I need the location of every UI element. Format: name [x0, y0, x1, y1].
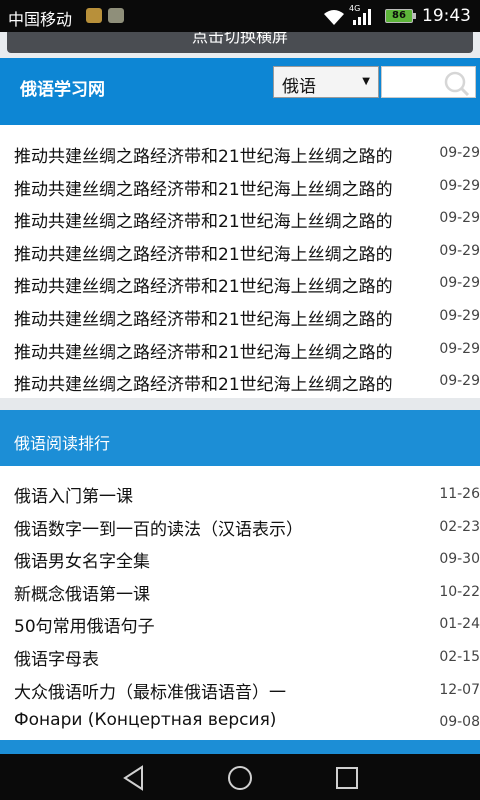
news-title[interactable]: 推动共建丝绸之路经济带和21世纪海上丝绸之路的: [14, 240, 434, 265]
news-title[interactable]: 推动共建丝绸之路经济带和21世纪海上丝绸之路的: [14, 175, 434, 200]
ranking-item[interactable]: 大众俄语听力（最标准俄语语音）一 12-07: [0, 674, 480, 707]
ranking-date: 09-08: [439, 714, 480, 731]
back-icon[interactable]: [120, 764, 148, 792]
ranking-date: 09-30: [439, 551, 480, 568]
wifi-icon: [324, 10, 344, 25]
news-title[interactable]: 推动共建丝绸之路经济带和21世纪海上丝绸之路的: [14, 305, 434, 330]
news-date: 09-29: [439, 145, 480, 161]
ranking-list: 俄语入门第一课 11-26 俄语数字一到一百的读法（汉语表示） 02-23 俄语…: [0, 478, 480, 739]
dropdown-arrow-icon: ▼: [362, 76, 370, 87]
signal-icon: [353, 9, 371, 25]
news-item[interactable]: 推动共建丝绸之路经济带和21世纪海上丝绸之路的 09-29: [0, 267, 480, 300]
language-select[interactable]: 俄语 ▼: [273, 66, 379, 98]
section-divider: [0, 398, 480, 410]
site-header: 俄语学习网 俄语 ▼: [0, 58, 480, 125]
ranking-title[interactable]: 俄语男女名字全集: [14, 547, 434, 572]
news-title[interactable]: 推动共建丝绸之路经济带和21世纪海上丝绸之路的: [14, 142, 434, 167]
notification-image-icon: [108, 8, 124, 23]
news-title[interactable]: 推动共建丝绸之路经济带和21世纪海上丝绸之路的: [14, 207, 434, 232]
news-title[interactable]: 推动共建丝绸之路经济带和21世纪海上丝绸之路的: [14, 370, 434, 395]
news-date: 09-29: [439, 177, 480, 194]
ranking-item[interactable]: Фонари (Концертная версия) 09-08: [0, 706, 480, 739]
news-item[interactable]: 推动共建丝绸之路经济带和21世纪海上丝绸之路的 09-29: [0, 137, 480, 170]
ranking-title[interactable]: 大众俄语听力（最标准俄语语音）一: [14, 678, 434, 703]
ranking-date: 12-07: [439, 681, 480, 698]
ranking-item[interactable]: 俄语数字一到一百的读法（汉语表示） 02-23: [0, 511, 480, 544]
news-item[interactable]: 推动共建丝绸之路经济带和21世纪海上丝绸之路的 09-29: [0, 235, 480, 268]
news-date: 09-29: [439, 275, 480, 292]
language-select-value: 俄语: [282, 77, 316, 97]
ranking-date: 11-26: [439, 486, 480, 502]
news-date: 09-29: [439, 307, 480, 324]
ranking-date: 02-15: [439, 648, 480, 665]
search-box: [381, 66, 476, 98]
battery-icon: 86: [385, 9, 416, 23]
landscape-toggle-button[interactable]: 点击切换横屏: [7, 32, 473, 53]
ranking-title[interactable]: 50句常用俄语句子: [14, 612, 434, 637]
news-date: 09-29: [439, 242, 480, 259]
news-date: 09-29: [439, 340, 480, 357]
news-item[interactable]: 推动共建丝绸之路经济带和21世纪海上丝绸之路的 09-29: [0, 365, 480, 398]
news-date: 09-29: [439, 373, 480, 390]
search-input[interactable]: [386, 71, 441, 93]
news-list: 推动共建丝绸之路经济带和21世纪海上丝绸之路的 09-29 推动共建丝绸之路经济…: [0, 137, 480, 398]
site-title[interactable]: 俄语学习网: [20, 75, 105, 100]
landscape-toggle-label: 点击切换横屏: [191, 32, 288, 46]
carrier-name: 中国移动: [8, 10, 73, 29]
status-bar: 中国移动 4G 86 19:43: [0, 0, 480, 32]
ranking-title[interactable]: 俄语入门第一课: [14, 482, 434, 507]
news-item[interactable]: 推动共建丝绸之路经济带和21世纪海上丝绸之路的 09-29: [0, 333, 480, 366]
ranking-item[interactable]: 俄语男女名字全集 09-30: [0, 543, 480, 576]
navigation-bar: [0, 754, 480, 800]
ranking-title[interactable]: Фонари (Концертная версия): [14, 710, 434, 730]
news-title[interactable]: 推动共建丝绸之路经济带和21世纪海上丝绸之路的: [14, 272, 434, 297]
search-icon[interactable]: [442, 70, 472, 96]
ranking-date: 02-23: [439, 518, 480, 535]
ranking-item[interactable]: 俄语入门第一课 11-26: [0, 478, 480, 511]
next-section-header: [0, 740, 480, 754]
news-title[interactable]: 推动共建丝绸之路经济带和21世纪海上丝绸之路的: [14, 338, 434, 363]
ranking-title[interactable]: 新概念俄语第一课: [14, 580, 434, 605]
clock: 19:43: [422, 6, 471, 26]
ranking-item[interactable]: 50句常用俄语句子 01-24: [0, 608, 480, 641]
ranking-item[interactable]: 俄语字母表 02-15: [0, 641, 480, 674]
news-item[interactable]: 推动共建丝绸之路经济带和21世纪海上丝绸之路的 09-29: [0, 202, 480, 235]
notification-app-icon: [86, 8, 102, 23]
ranking-date: 10-22: [439, 583, 480, 600]
home-icon[interactable]: [226, 764, 254, 792]
toggle-bar: 点击切换横屏: [0, 32, 480, 58]
ranking-section-header: 俄语阅读排行: [0, 410, 480, 466]
ranking-title[interactable]: 俄语字母表: [14, 645, 434, 670]
news-item[interactable]: 推动共建丝绸之路经济带和21世纪海上丝绸之路的 09-29: [0, 170, 480, 203]
ranking-date: 01-24: [439, 616, 480, 633]
ranking-title[interactable]: 俄语数字一到一百的读法（汉语表示）: [14, 515, 434, 540]
ranking-heading: 俄语阅读排行: [14, 434, 111, 453]
news-date: 09-29: [439, 210, 480, 227]
ranking-item[interactable]: 新概念俄语第一课 10-22: [0, 576, 480, 609]
news-item[interactable]: 推动共建丝绸之路经济带和21世纪海上丝绸之路的 09-29: [0, 300, 480, 333]
recent-apps-icon[interactable]: [333, 764, 361, 792]
